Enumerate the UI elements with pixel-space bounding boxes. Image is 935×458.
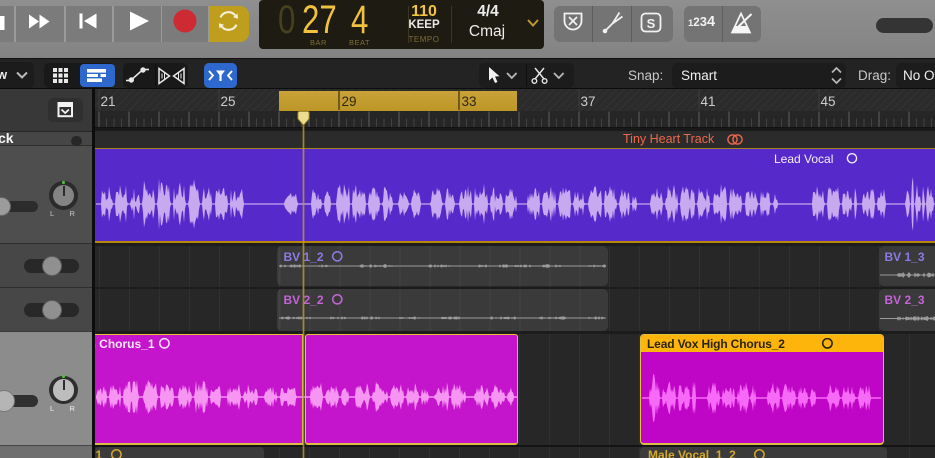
svg-text:S: S [647,16,656,31]
